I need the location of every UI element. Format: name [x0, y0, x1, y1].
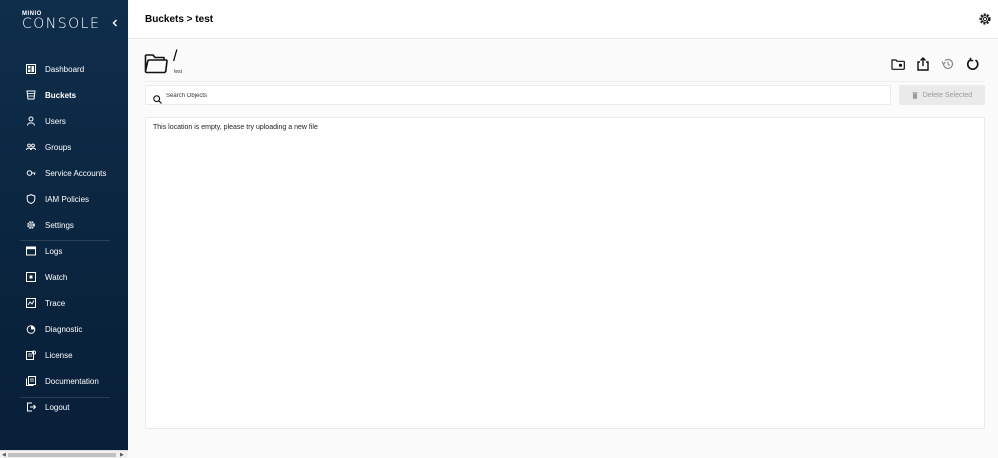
search-icon — [153, 91, 162, 104]
logo-big-text: CONSOLE — [22, 16, 101, 32]
sidebar-item-watch[interactable]: Watch — [0, 265, 128, 291]
sidebar-item-label: Logs — [45, 247, 63, 256]
horizontal-scrollbar[interactable]: ◀ ▶ — [0, 450, 128, 458]
logout-icon — [26, 402, 36, 412]
license-icon — [26, 350, 36, 360]
sidebar-item-logout[interactable]: Logout — [0, 395, 128, 421]
sidebar-item-label: Trace — [45, 299, 66, 308]
sidebar-item-label: Documentation — [45, 377, 99, 386]
sidebar-item-label: Users — [45, 117, 66, 126]
create-folder-button[interactable] — [891, 57, 905, 71]
sidebar-item-label: Service Accounts — [45, 169, 107, 178]
delete-selected-button[interactable]: Delete Selected — [899, 85, 985, 105]
shield-icon — [26, 194, 36, 204]
scroll-left-icon[interactable]: ◀ — [2, 452, 6, 458]
sidebar: MINIO CONSOLE Dashboard Buckets Users Gr… — [0, 0, 128, 450]
sidebar-item-label: Groups — [45, 143, 72, 152]
sidebar-item-label: Buckets — [45, 91, 77, 100]
sidebar-item-diagnostic[interactable]: Diagnostic — [0, 317, 128, 343]
dashboard-icon — [26, 64, 36, 74]
upload-button[interactable] — [916, 57, 930, 71]
service-accounts-icon — [26, 168, 36, 178]
rewind-button[interactable] — [941, 57, 955, 71]
history-icon — [941, 58, 954, 70]
chevron-left-icon — [112, 19, 117, 27]
object-list: This location is empty, please try uploa… — [145, 117, 985, 429]
refresh-icon — [966, 57, 979, 70]
sidebar-divider — [20, 240, 110, 241]
gear-icon — [26, 220, 36, 230]
sidebar-item-settings[interactable]: Settings — [0, 213, 128, 239]
new-folder-icon — [891, 59, 905, 70]
sidebar-item-label: Dashboard — [45, 65, 85, 74]
sidebar-item-label: Settings — [45, 221, 74, 230]
sidebar-item-dashboard[interactable]: Dashboard — [0, 57, 128, 83]
sidebar-item-label: License — [45, 351, 73, 360]
page-title: Buckets > test — [145, 14, 214, 25]
sidebar-item-label: Watch — [45, 273, 68, 282]
sidebar-item-buckets[interactable]: Buckets — [0, 83, 128, 109]
sidebar-item-trace[interactable]: Trace — [0, 291, 128, 317]
search-input[interactable] — [166, 89, 866, 102]
sidebar-item-label: Diagnostic — [45, 325, 83, 334]
toolbar-divider — [145, 81, 985, 82]
bucket-icon — [26, 90, 36, 100]
watch-icon — [26, 272, 36, 282]
folder-icon — [144, 52, 168, 74]
delete-selected-label: Delete Selected — [922, 91, 973, 99]
user-icon — [26, 116, 36, 126]
minio-console-logo[interactable]: MINIO CONSOLE — [22, 11, 100, 32]
top-header: Buckets > test — [128, 0, 998, 39]
scroll-right-icon[interactable]: ▶ — [120, 452, 124, 458]
refresh-button[interactable] — [966, 57, 980, 71]
logs-icon — [26, 246, 36, 256]
sidebar-item-groups[interactable]: Groups — [0, 135, 128, 161]
search-box[interactable] — [145, 85, 891, 105]
trace-icon — [26, 298, 36, 308]
sidebar-item-logs[interactable]: Logs — [0, 239, 128, 265]
settings-button[interactable] — [978, 12, 992, 26]
gear-icon — [979, 13, 991, 25]
sidebar-item-label: IAM Policies — [45, 195, 90, 204]
upload-icon — [917, 57, 929, 71]
sidebar-item-license[interactable]: License — [0, 343, 128, 369]
documentation-icon — [26, 376, 36, 386]
current-path: / — [173, 48, 178, 65]
groups-icon — [26, 142, 36, 152]
sidebar-nav: Dashboard Buckets Users Groups Service A… — [0, 57, 128, 421]
empty-state-message: This location is empty, please try uploa… — [153, 124, 318, 131]
sidebar-item-users[interactable]: Users — [0, 109, 128, 135]
sidebar-divider — [20, 397, 110, 398]
collapse-sidebar-button[interactable] — [108, 16, 122, 30]
sidebar-item-service-accounts[interactable]: Service Accounts — [0, 161, 128, 187]
sidebar-item-documentation[interactable]: Documentation — [0, 369, 128, 395]
scrollbar-thumb[interactable] — [8, 453, 116, 457]
bucket-name: test — [174, 69, 183, 75]
sidebar-item-label: Logout — [45, 403, 70, 412]
diagnostic-icon — [26, 324, 36, 334]
trash-icon — [912, 91, 918, 99]
sidebar-item-iam-policies[interactable]: IAM Policies — [0, 187, 128, 213]
